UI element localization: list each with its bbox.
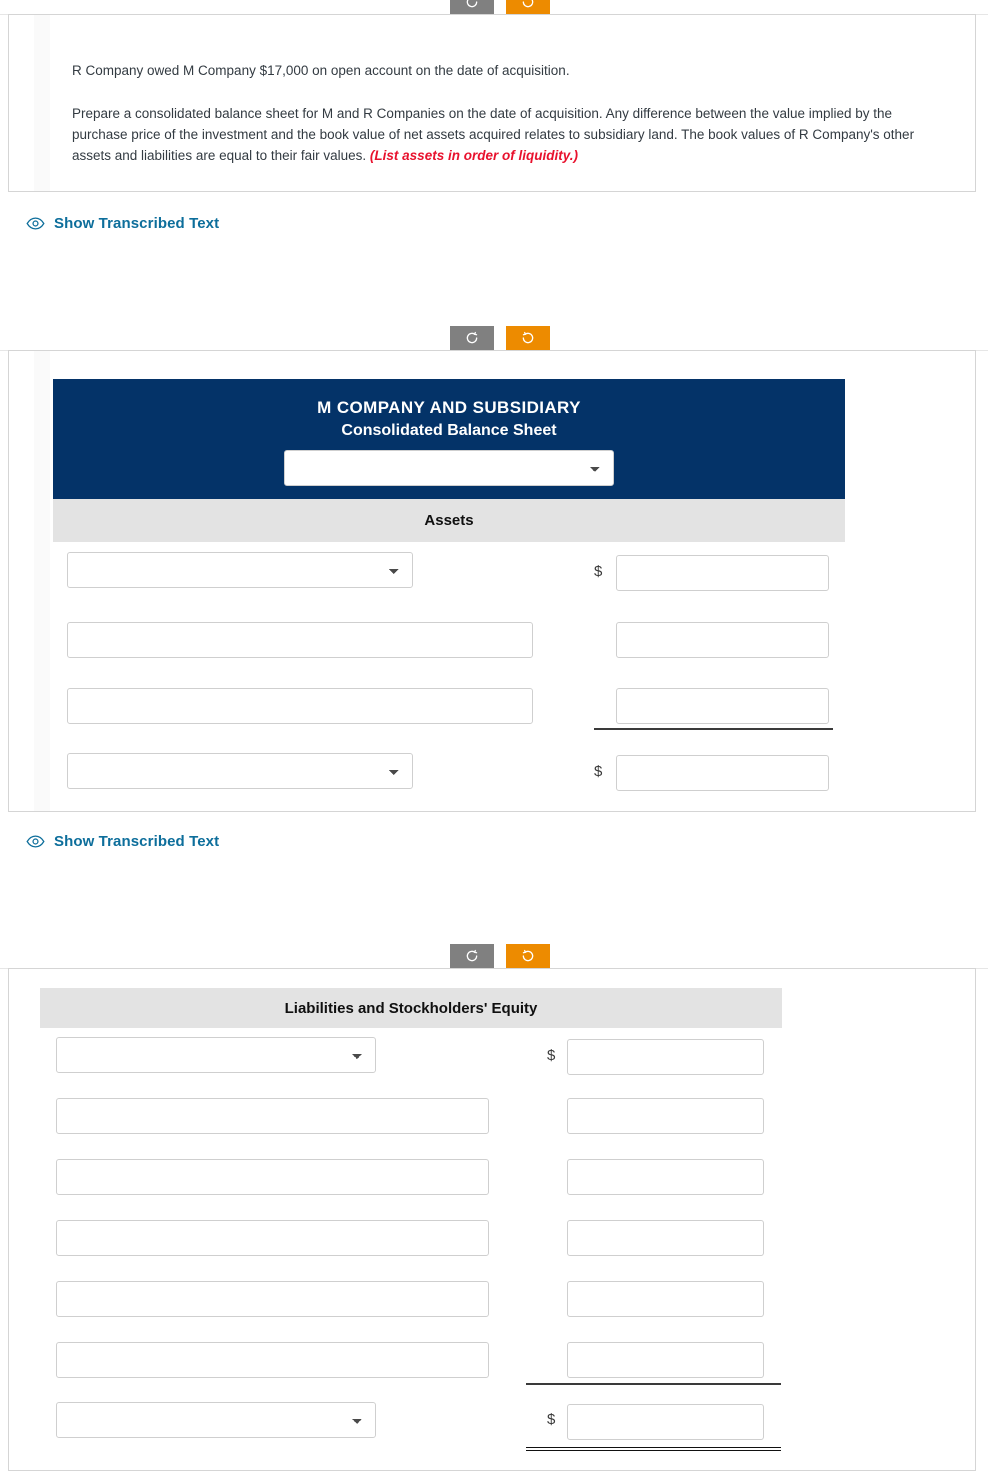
- liability-row-1-account-select[interactable]: [56, 1037, 376, 1073]
- answer-toolbar-2: [450, 326, 550, 350]
- asset-row-4-total-select[interactable]: [67, 753, 413, 789]
- panel-gutter: [34, 15, 50, 191]
- show-transcribed-text-label-1: Show Transcribed Text: [54, 215, 220, 232]
- question-paragraph-2: Prepare a consolidated balance sheet for…: [72, 103, 924, 166]
- liability-row-4-account-input[interactable]: [56, 1220, 489, 1256]
- reset-button-3[interactable]: [450, 944, 494, 968]
- undo-arrow-icon: [466, 949, 478, 962]
- asset-row-1-amount-cell: [616, 555, 829, 591]
- redo-arrow-icon: [522, 0, 534, 8]
- asset-row-4-label-cell: [67, 753, 413, 789]
- refresh-button-1[interactable]: [506, 0, 550, 14]
- show-transcribed-text-label-2: Show Transcribed Text: [54, 833, 220, 850]
- liability-row-7-label-cell: [56, 1402, 376, 1438]
- liability-row-5-amount-cell: [567, 1281, 764, 1317]
- liability-row-6-account-input[interactable]: [56, 1342, 489, 1378]
- eye-icon: [26, 835, 45, 848]
- show-transcribed-text-link-1[interactable]: Show Transcribed Text: [26, 215, 219, 232]
- asset-row-1-amount-input[interactable]: [616, 555, 829, 591]
- asset-row-1-label-cell: [67, 552, 413, 588]
- asset-row-2-amount-cell: [616, 622, 829, 658]
- liability-row-5-account-input[interactable]: [56, 1281, 489, 1317]
- asset-subtotal-rule: [594, 728, 833, 730]
- question-text: R Company owed M Company $17,000 on open…: [72, 60, 924, 166]
- asset-row-4-amount-cell: [616, 755, 829, 791]
- question-paragraph-1: R Company owed M Company $17,000 on open…: [72, 63, 570, 78]
- assets-section-band: Assets: [53, 499, 845, 542]
- liability-row-3-amount-cell: [567, 1159, 764, 1195]
- refresh-button-2[interactable]: [506, 326, 550, 350]
- redo-arrow-icon: [522, 331, 534, 344]
- asset-row-4-amount-input[interactable]: [616, 755, 829, 791]
- liability-row-5-amount-input[interactable]: [567, 1281, 764, 1317]
- asset-row-4-currency-symbol: $: [594, 763, 603, 780]
- liability-subtotal-rule: [526, 1383, 781, 1385]
- undo-arrow-icon: [466, 0, 478, 8]
- asset-row-2-account-input[interactable]: [67, 622, 533, 658]
- show-transcribed-text-link-2[interactable]: Show Transcribed Text: [26, 833, 219, 850]
- liability-row-7-amount-input[interactable]: [567, 1404, 764, 1440]
- liability-row-2-label-cell: [56, 1098, 489, 1134]
- liability-row-4-amount-input[interactable]: [567, 1220, 764, 1256]
- liabilities-section-band: Liabilities and Stockholders' Equity: [40, 988, 782, 1028]
- asset-row-3-amount-input[interactable]: [616, 688, 829, 724]
- liability-row-2-amount-cell: [567, 1098, 764, 1134]
- balance-sheet-date-select[interactable]: [284, 450, 614, 486]
- liability-row-3-account-input[interactable]: [56, 1159, 489, 1195]
- liability-row-6-amount-input[interactable]: [567, 1342, 764, 1378]
- liability-row-4-label-cell: [56, 1220, 489, 1256]
- liability-row-3-amount-input[interactable]: [567, 1159, 764, 1195]
- asset-row-1-account-select[interactable]: [67, 552, 413, 588]
- balance-sheet-header: M COMPANY AND SUBSIDIARY Consolidated Ba…: [53, 379, 845, 499]
- reset-button-1[interactable]: [450, 0, 494, 14]
- undo-arrow-icon: [466, 331, 478, 344]
- liability-row-1-currency-symbol: $: [547, 1047, 556, 1064]
- panel-gutter: [34, 351, 50, 811]
- reset-button-2[interactable]: [450, 326, 494, 350]
- asset-row-3-label-cell: [67, 688, 533, 724]
- redo-arrow-icon: [522, 949, 534, 962]
- asset-row-1-currency-symbol: $: [594, 563, 603, 580]
- liability-row-4-amount-cell: [567, 1220, 764, 1256]
- asset-row-3-amount-cell: [616, 688, 829, 724]
- statement-title: Consolidated Balance Sheet: [341, 422, 557, 439]
- liability-row-6-label-cell: [56, 1342, 489, 1378]
- company-title: M COMPANY AND SUBSIDIARY: [317, 398, 581, 417]
- date-select-wrapper: [53, 450, 845, 486]
- refresh-button-3[interactable]: [506, 944, 550, 968]
- answer-toolbar-1: [450, 0, 550, 14]
- question-page: R Company owed M Company $17,000 on open…: [0, 0, 988, 1471]
- answer-toolbar-3: [450, 944, 550, 968]
- asset-row-2-label-cell: [67, 622, 533, 658]
- liabilities-band-label: Liabilities and Stockholders' Equity: [284, 999, 538, 1017]
- assets-band-label: Assets: [424, 512, 474, 529]
- asset-row-2-amount-input[interactable]: [616, 622, 829, 658]
- liability-row-5-label-cell: [56, 1281, 489, 1317]
- liability-row-7-amount-cell: [567, 1404, 764, 1440]
- liability-row-1-amount-cell: [567, 1039, 764, 1075]
- liability-row-1-amount-input[interactable]: [567, 1039, 764, 1075]
- liability-row-1-label-cell: [56, 1037, 376, 1073]
- eye-icon: [26, 217, 45, 230]
- liquidity-hint: (List assets in order of liquidity.): [369, 148, 578, 163]
- liability-row-3-label-cell: [56, 1159, 489, 1195]
- liability-row-6-amount-cell: [567, 1342, 764, 1378]
- liability-row-2-amount-input[interactable]: [567, 1098, 764, 1134]
- liability-row-7-total-select[interactable]: [56, 1402, 376, 1438]
- liability-total-double-rule: [526, 1447, 781, 1451]
- liability-row-7-currency-symbol: $: [547, 1411, 556, 1428]
- asset-row-3-account-input[interactable]: [67, 688, 533, 724]
- liability-row-2-account-input[interactable]: [56, 1098, 489, 1134]
